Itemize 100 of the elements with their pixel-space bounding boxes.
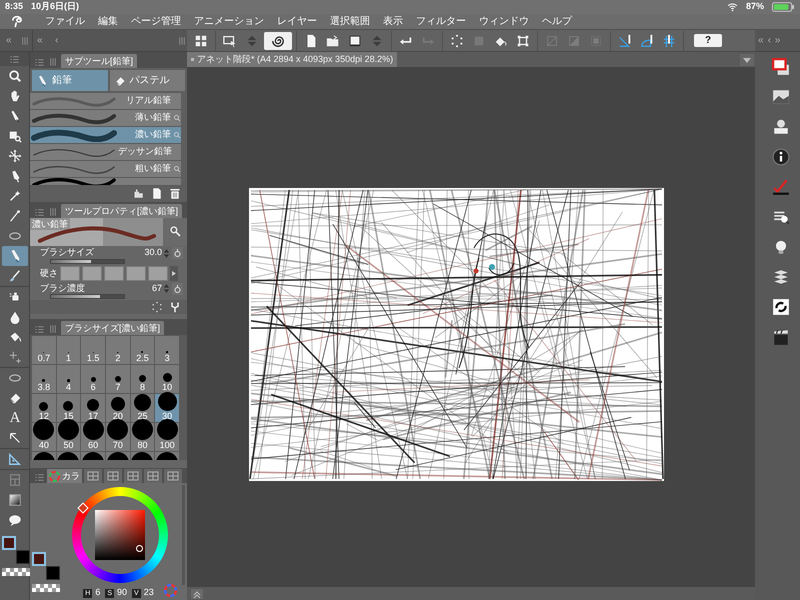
menu-item[interactable]: レイヤー bbox=[277, 16, 317, 26]
menu-item[interactable]: ファイル bbox=[45, 16, 85, 26]
brush-size-cell[interactable]: 20 bbox=[106, 394, 130, 422]
refresh-arrows-icon[interactable] bbox=[772, 298, 790, 316]
pressure-icon[interactable] bbox=[172, 282, 183, 295]
panel-tab[interactable]: サブツール[鉛筆] bbox=[61, 54, 138, 68]
palette-tab[interactable] bbox=[164, 469, 182, 484]
brush-size-cell[interactable]: 8 bbox=[130, 365, 154, 394]
brush-size-cell[interactable]: 12 bbox=[32, 394, 56, 422]
palette-tab[interactable] bbox=[124, 469, 142, 484]
menu-item[interactable]: 編集 bbox=[98, 16, 118, 26]
menu-item[interactable]: 選択範囲 bbox=[330, 16, 370, 26]
transparent-swatch[interactable] bbox=[2, 568, 30, 576]
color-tab[interactable]: カラ bbox=[47, 469, 82, 484]
text-tool-button[interactable]: A bbox=[2, 408, 28, 428]
toolbar-button[interactable] bbox=[264, 32, 292, 50]
color-swatch[interactable] bbox=[2, 536, 16, 550]
brush-size-cell[interactable]: 2.5 bbox=[130, 336, 154, 364]
brush-size-cell[interactable]: 3 bbox=[155, 336, 179, 364]
brush-list-item[interactable]: 薄い鉛筆 bbox=[30, 110, 181, 128]
collapse-glyph[interactable]: « bbox=[37, 33, 55, 48]
new-page-icon[interactable] bbox=[151, 187, 163, 200]
slider-track[interactable] bbox=[50, 294, 125, 300]
property-value[interactable]: 30.0 bbox=[144, 246, 162, 260]
brush-size-cell[interactable] bbox=[106, 452, 130, 460]
color-swatch[interactable] bbox=[46, 566, 60, 580]
brush-list-item[interactable]: リアル鉛筆 bbox=[30, 93, 181, 110]
panel-glyph[interactable]: « bbox=[758, 33, 764, 48]
dropdown-caret-icon[interactable] bbox=[740, 54, 754, 66]
dotted-ring-icon[interactable] bbox=[151, 300, 163, 313]
menu-item[interactable]: アニメーション bbox=[194, 16, 264, 26]
panel-menu-icon[interactable] bbox=[34, 324, 45, 336]
landscape-image-icon[interactable] bbox=[772, 88, 790, 106]
brush-size-cell[interactable] bbox=[155, 452, 179, 460]
brush-size-cell[interactable]: 17 bbox=[81, 394, 105, 422]
palette-tab[interactable] bbox=[104, 469, 122, 484]
brush-size-cell[interactable]: 30 bbox=[155, 394, 179, 422]
grip-handle-icon[interactable] bbox=[48, 56, 58, 68]
panel-menu-icon[interactable] bbox=[34, 472, 45, 484]
grip-handle-icon[interactable] bbox=[48, 206, 58, 218]
grip-handle-icon[interactable] bbox=[48, 323, 58, 336]
back-glyph[interactable]: ‹ bbox=[55, 33, 69, 48]
brush-size-cell[interactable] bbox=[81, 452, 105, 460]
brush-size-cell[interactable]: 0.7 bbox=[32, 336, 56, 364]
menu-item[interactable]: 表示 bbox=[383, 16, 403, 26]
brush-size-cell[interactable]: 1 bbox=[56, 336, 80, 364]
trash-icon[interactable] bbox=[169, 187, 181, 200]
panel-menu-icon[interactable] bbox=[34, 57, 45, 68]
color-swatch[interactable] bbox=[16, 550, 30, 564]
property-value[interactable]: 67 bbox=[152, 282, 162, 296]
brush-size-cell[interactable]: 3.8 bbox=[32, 365, 56, 394]
menu-item[interactable]: ウィンドウ bbox=[479, 16, 529, 26]
clapperboard-icon[interactable] bbox=[772, 328, 790, 346]
info-icon[interactable] bbox=[772, 148, 790, 166]
color-wheel-icon[interactable] bbox=[164, 584, 177, 597]
menu-item[interactable]: ページ管理 bbox=[131, 16, 181, 26]
pressure-icon[interactable] bbox=[172, 247, 183, 259]
brush-list-item[interactable] bbox=[30, 178, 181, 186]
menu-item[interactable]: ヘルプ bbox=[542, 16, 572, 26]
settings-button[interactable] bbox=[163, 218, 187, 246]
collapse-glyph[interactable]: « bbox=[6, 33, 20, 48]
slider-track[interactable] bbox=[50, 258, 125, 264]
brush-size-cell[interactable]: 2 bbox=[106, 336, 130, 364]
brush-list-item[interactable]: 濃い鉛筆 bbox=[30, 127, 181, 144]
panel-menu-icon[interactable] bbox=[34, 206, 45, 218]
grip-handle-icon[interactable] bbox=[20, 34, 30, 46]
hue-marker[interactable] bbox=[76, 502, 88, 514]
grip-handle-icon[interactable] bbox=[177, 34, 187, 46]
app-logo-icon[interactable] bbox=[10, 15, 24, 28]
palette-tab[interactable] bbox=[144, 469, 162, 484]
panel-glyph[interactable]: ‹ bbox=[768, 33, 771, 48]
color-swatch[interactable] bbox=[32, 552, 46, 566]
panel-tab[interactable]: ブラシサイズ[濃い鉛筆] bbox=[61, 321, 164, 336]
transparent-swatch[interactable] bbox=[32, 584, 60, 592]
checkmark-icon[interactable] bbox=[772, 178, 790, 196]
brush-size-cell[interactable]: 7 bbox=[106, 365, 130, 394]
brush-size-cell[interactable] bbox=[32, 452, 56, 460]
expand-chevron-icon[interactable] bbox=[191, 588, 203, 598]
brush-size-cell[interactable]: 10 bbox=[155, 365, 179, 394]
panel-glyph[interactable]: » bbox=[774, 33, 780, 48]
pencil-sketch-canvas[interactable] bbox=[249, 188, 664, 481]
help-button[interactable]: ? bbox=[694, 34, 722, 47]
palette-tab[interactable] bbox=[84, 469, 102, 484]
brush-size-cell[interactable]: 4 bbox=[56, 365, 80, 394]
layers-frame-icon[interactable] bbox=[772, 58, 790, 76]
stamp-icon[interactable] bbox=[772, 118, 790, 136]
brush-size-cell[interactable]: 1.5 bbox=[81, 336, 105, 364]
saturation-value-square[interactable] bbox=[94, 510, 144, 560]
search-icon[interactable] bbox=[173, 114, 181, 122]
menu-item[interactable]: フィルター bbox=[416, 16, 466, 26]
tool-button[interactable] bbox=[2, 246, 28, 266]
brush-list-item[interactable]: デッサン鉛筆 bbox=[30, 144, 181, 162]
brush-size-cell[interactable]: 15 bbox=[56, 394, 80, 422]
search-icon[interactable] bbox=[173, 165, 181, 174]
subtool-group-tab[interactable]: パステル bbox=[110, 70, 185, 92]
brush-size-cell[interactable]: 6 bbox=[81, 365, 105, 394]
document-tab[interactable]: アネット階段* (A4 2894 x 4093px 350dpi 28.2%) bbox=[187, 52, 398, 67]
brush-size-cell[interactable]: 25 bbox=[130, 394, 154, 422]
picker-marker[interactable] bbox=[136, 545, 142, 552]
panel-tab[interactable]: ツールプロパティ[濃い鉛筆] bbox=[61, 204, 182, 218]
